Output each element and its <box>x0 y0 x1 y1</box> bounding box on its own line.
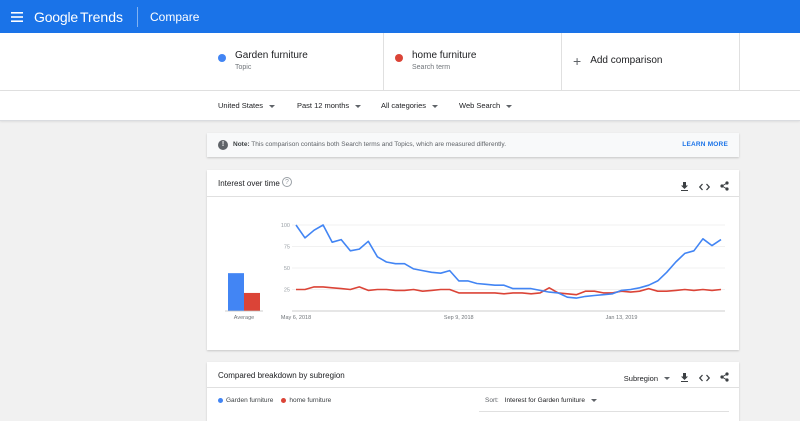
interest-chart[interactable]: 100 75 50 25 May 6, 2018 Sep 9, 2018 Jan 13, 2… <box>207 197 739 350</box>
filters-bar: United States Past 12 months All categor… <box>0 91 800 121</box>
share-icon[interactable] <box>720 178 729 196</box>
average-bar <box>228 273 244 311</box>
average-label: Average <box>234 315 254 321</box>
header-divider <box>137 6 139 27</box>
share-icon[interactable] <box>720 369 729 387</box>
chevron-down-icon <box>432 104 439 108</box>
logo-google-text: Google <box>34 8 78 25</box>
chevron-down-icon <box>506 104 513 108</box>
card-actions: Subregion <box>624 369 729 387</box>
term-card-1[interactable]: Garden furniture Topic <box>208 33 383 91</box>
chevron-down-icon <box>355 104 362 108</box>
sort-label: Sort: <box>485 397 499 404</box>
sort-control[interactable]: Sort: Interest for Garden furniture <box>485 397 597 404</box>
legend-item: home furniture <box>281 397 331 404</box>
subregion-dropdown[interactable]: Subregion <box>624 374 670 383</box>
x-tick-label: Jan 13, 2019 <box>606 315 638 321</box>
learn-more-link[interactable]: LEARN MORE <box>682 141 728 148</box>
card-header: Interest over time ? <box>207 170 739 197</box>
note-banner: ! Note: This comparison contains both Se… <box>207 133 739 157</box>
term-color-dot <box>395 54 403 62</box>
y-tick-label: 50 <box>284 266 290 272</box>
comparison-terms-bar: Garden furniture Topic home furniture Se… <box>0 33 800 91</box>
info-icon: ! <box>218 140 228 150</box>
legend-label: home furniture <box>289 397 332 404</box>
top-app-bar: Google Trends Compare <box>0 0 800 33</box>
card-header: Compared breakdown by subregion Subregio… <box>207 362 739 388</box>
subregion-breakdown-card: Compared breakdown by subregion Subregio… <box>207 362 739 421</box>
time-range-dropdown[interactable]: Past 12 months <box>297 101 362 110</box>
interest-chart-svg: 100 75 50 25 May 6, 2018 Sep 9, 2018 Jan 13, 2… <box>225 223 725 321</box>
category-value: All categories <box>381 101 427 110</box>
term-divider <box>561 33 562 91</box>
search-type-value: Web Search <box>459 101 501 110</box>
note-label: Note: <box>233 141 250 148</box>
add-comparison-button[interactable]: + Add comparison <box>573 52 663 69</box>
google-trends-logo[interactable]: Google Trends <box>34 9 123 25</box>
chevron-down-icon <box>664 377 670 381</box>
term-kind: Topic <box>235 64 252 71</box>
sort-underline <box>479 411 729 412</box>
plus-icon: + <box>573 52 582 69</box>
chevron-down-icon <box>590 398 597 402</box>
category-dropdown[interactable]: All categories <box>381 101 439 110</box>
term-divider <box>383 33 384 91</box>
help-icon[interactable]: ? <box>282 177 292 187</box>
page-title: Compare <box>150 9 200 24</box>
y-tick-label: 75 <box>284 245 290 251</box>
term-card-2[interactable]: home furniture Search term <box>385 33 561 91</box>
note-text: Note: This comparison contains both Sear… <box>233 141 506 148</box>
download-icon[interactable] <box>680 369 689 387</box>
legend-label: Garden furniture <box>226 397 274 404</box>
term-divider <box>739 33 740 91</box>
download-icon[interactable] <box>680 178 689 196</box>
embed-icon[interactable] <box>698 178 711 196</box>
search-type-dropdown[interactable]: Web Search <box>459 101 513 110</box>
add-comparison-label: Add comparison <box>590 55 663 66</box>
menu-icon[interactable] <box>0 0 34 33</box>
time-range-value: Past 12 months <box>297 101 350 110</box>
breakdown-legend: Garden furniture home furniture <box>218 397 339 404</box>
chevron-down-icon <box>269 104 276 108</box>
legend-dot <box>218 398 223 403</box>
series-line <box>296 286 722 296</box>
logo-trends-text: Trends <box>79 8 124 25</box>
term-kind: Search term <box>412 64 451 71</box>
x-tick-label: May 6, 2018 <box>281 315 311 321</box>
average-bar <box>244 292 260 311</box>
region-dropdown[interactable]: United States <box>218 101 276 110</box>
card-title: Interest over time <box>218 179 280 188</box>
x-tick-label: Sep 9, 2018 <box>444 315 474 321</box>
term-name: home furniture <box>412 50 477 61</box>
region-value: United States <box>218 101 264 110</box>
y-tick-label: 100 <box>281 223 290 229</box>
term-name: Garden furniture <box>235 50 308 61</box>
y-tick-label: 25 <box>284 288 290 294</box>
note-body: This comparison contains both Search ter… <box>249 141 507 148</box>
legend-item: Garden furniture <box>218 397 273 404</box>
interest-over-time-card: Interest over time ? 100 75 50 25 May 6, 201… <box>207 170 739 350</box>
sort-value: Interest for Garden furniture <box>504 397 585 404</box>
card-actions <box>680 178 729 196</box>
subregion-label: Subregion <box>623 373 658 383</box>
embed-icon[interactable] <box>698 369 711 387</box>
term-color-dot <box>218 54 226 62</box>
card-title: Compared breakdown by subregion <box>218 371 345 380</box>
legend-dot <box>281 398 287 403</box>
